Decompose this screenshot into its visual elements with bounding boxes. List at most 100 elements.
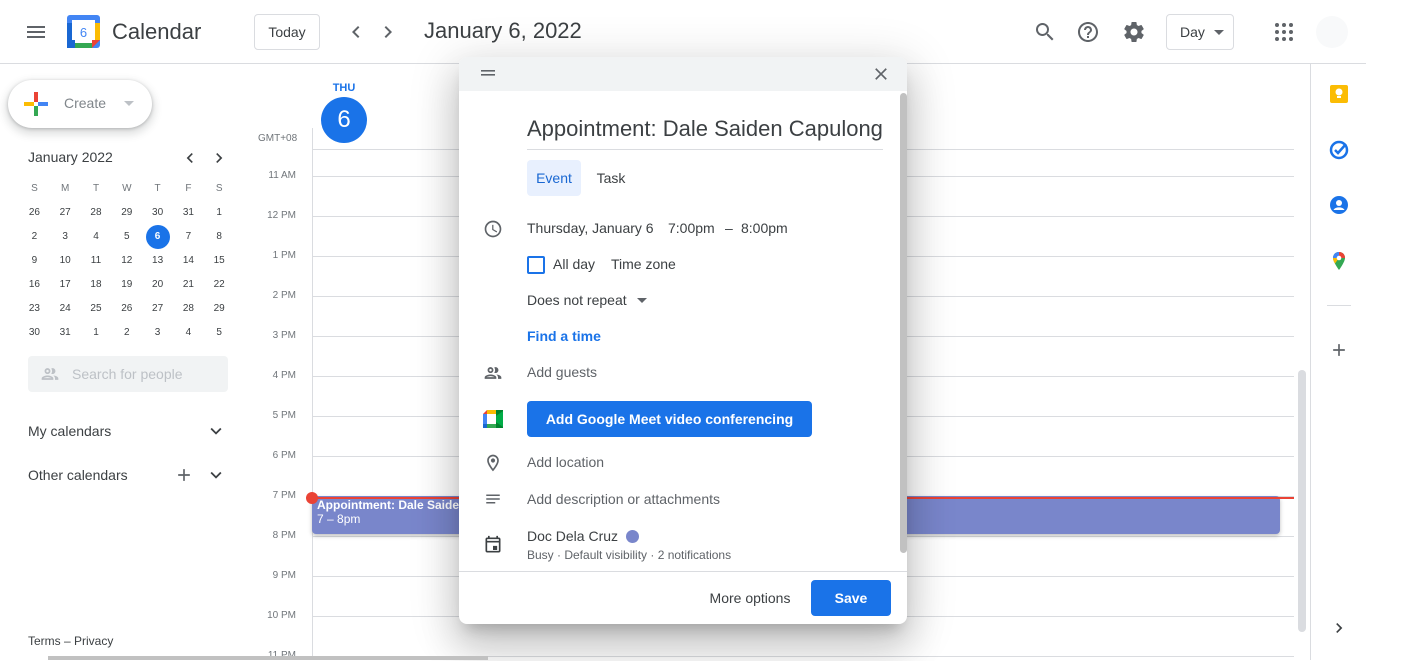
- drag-handle-icon[interactable]: [480, 67, 496, 79]
- add-google-meet-button[interactable]: Add Google Meet video conferencing: [527, 401, 812, 437]
- mini-day[interactable]: 4: [81, 225, 112, 249]
- mini-day[interactable]: 12: [111, 249, 142, 273]
- all-day-checkbox[interactable]: [527, 256, 545, 274]
- mini-day[interactable]: 27: [50, 201, 81, 225]
- mini-day[interactable]: 18: [81, 273, 112, 297]
- event-title-input[interactable]: Appointment: Dale Saiden Capulong: [527, 116, 883, 142]
- mini-day[interactable]: 24: [50, 297, 81, 321]
- mini-day[interactable]: 11: [81, 249, 112, 273]
- today-button[interactable]: Today: [254, 14, 320, 50]
- search-button[interactable]: [1025, 12, 1065, 52]
- terms-privacy-links[interactable]: Terms – Privacy: [28, 634, 113, 648]
- mini-day[interactable]: 27: [142, 297, 173, 321]
- event-start-time[interactable]: 7:00pm: [668, 220, 715, 236]
- mini-day-number: 15: [213, 255, 225, 266]
- mini-day[interactable]: 19: [111, 273, 142, 297]
- mini-day-selected[interactable]: 6: [142, 225, 173, 249]
- my-calendars-title[interactable]: My calendars: [28, 423, 111, 439]
- dialog-drag-bar[interactable]: [459, 57, 907, 91]
- add-other-calendar-button[interactable]: [172, 463, 196, 487]
- mini-day[interactable]: 30: [19, 321, 50, 345]
- get-addons-button[interactable]: [1319, 330, 1359, 370]
- repeat-dropdown[interactable]: Does not repeat: [527, 292, 647, 308]
- contacts-button[interactable]: [1319, 185, 1359, 225]
- mini-day[interactable]: 13: [142, 249, 173, 273]
- mini-day-number: 31: [182, 207, 194, 218]
- other-calendars-toggle[interactable]: [204, 463, 228, 487]
- my-calendars-toggle[interactable]: [204, 419, 228, 443]
- calendar-color-dot: [626, 530, 639, 543]
- mini-day[interactable]: 26: [19, 201, 50, 225]
- mini-day[interactable]: 5: [111, 225, 142, 249]
- repeat-label: Does not repeat: [527, 292, 627, 308]
- mini-day[interactable]: 29: [204, 297, 235, 321]
- tab-task[interactable]: Task: [589, 160, 633, 196]
- expand-panel-button[interactable]: [1319, 608, 1359, 648]
- calendar-owner[interactable]: Doc Dela Cruz: [527, 528, 618, 544]
- save-button[interactable]: Save: [811, 580, 891, 616]
- mini-day[interactable]: 3: [50, 225, 81, 249]
- mini-day[interactable]: 26: [111, 297, 142, 321]
- mini-day[interactable]: 30: [142, 201, 173, 225]
- view-switcher[interactable]: Day: [1166, 14, 1234, 50]
- mini-day[interactable]: 22: [204, 273, 235, 297]
- mini-day[interactable]: 17: [50, 273, 81, 297]
- avatar[interactable]: [1316, 16, 1348, 48]
- mini-day[interactable]: 5: [204, 321, 235, 345]
- google-apps-button[interactable]: [1264, 12, 1304, 52]
- tasks-button[interactable]: [1319, 130, 1359, 170]
- keep-button[interactable]: [1319, 74, 1359, 114]
- mini-day[interactable]: 1: [81, 321, 112, 345]
- find-a-time-link[interactable]: Find a time: [527, 328, 601, 344]
- calendar-logo-icon[interactable]: 6: [67, 15, 100, 48]
- day-number-badge[interactable]: 6: [321, 97, 367, 143]
- mini-day[interactable]: 3: [142, 321, 173, 345]
- mini-day[interactable]: 29: [111, 201, 142, 225]
- horizontal-scrollbar[interactable]: [48, 656, 488, 660]
- mini-day[interactable]: 2: [111, 321, 142, 345]
- create-button[interactable]: Create: [8, 80, 152, 128]
- add-location-input[interactable]: Add location: [527, 454, 604, 470]
- mini-day[interactable]: 31: [50, 321, 81, 345]
- mini-day[interactable]: 25: [81, 297, 112, 321]
- all-day-label[interactable]: All day: [553, 256, 595, 272]
- mini-day[interactable]: 28: [81, 201, 112, 225]
- mini-day[interactable]: 16: [19, 273, 50, 297]
- mini-day[interactable]: 14: [173, 249, 204, 273]
- mini-day[interactable]: 28: [173, 297, 204, 321]
- mini-day[interactable]: 1: [204, 201, 235, 225]
- other-calendars-title[interactable]: Other calendars: [28, 467, 128, 483]
- event-date[interactable]: Thursday, January 6: [527, 220, 654, 236]
- event-end-time[interactable]: 8:00pm: [741, 220, 788, 236]
- grid-scrollbar[interactable]: [1298, 370, 1306, 632]
- add-guests-input[interactable]: Add guests: [527, 364, 597, 380]
- mini-day[interactable]: 15: [204, 249, 235, 273]
- close-dialog-button[interactable]: [861, 57, 901, 91]
- main-menu-button[interactable]: [16, 12, 56, 52]
- settings-button[interactable]: [1114, 12, 1154, 52]
- more-options-button[interactable]: More options: [697, 580, 803, 616]
- mini-day[interactable]: 21: [173, 273, 204, 297]
- next-period-button[interactable]: [368, 12, 408, 52]
- tab-event[interactable]: Event: [527, 160, 581, 196]
- mini-day[interactable]: 9: [19, 249, 50, 273]
- mini-day[interactable]: 31: [173, 201, 204, 225]
- mini-day[interactable]: 23: [19, 297, 50, 321]
- mini-day[interactable]: 8: [204, 225, 235, 249]
- people-search-input[interactable]: Search for people: [28, 356, 228, 392]
- hour-label: 2 PM: [272, 290, 296, 301]
- mini-day[interactable]: 7: [173, 225, 204, 249]
- mini-day[interactable]: 2: [19, 225, 50, 249]
- time-zone-button[interactable]: Time zone: [611, 256, 676, 272]
- dialog-scrollbar[interactable]: [900, 93, 907, 553]
- mini-next-month-button[interactable]: [205, 144, 233, 172]
- mini-day[interactable]: 4: [173, 321, 204, 345]
- help-button[interactable]: [1068, 12, 1108, 52]
- maps-button[interactable]: [1319, 241, 1359, 281]
- calendar-details[interactable]: Busy · Default visibility · 2 notificati…: [527, 548, 731, 562]
- mini-day[interactable]: 20: [142, 273, 173, 297]
- mini-prev-month-button[interactable]: [176, 144, 204, 172]
- mini-day[interactable]: 10: [50, 249, 81, 273]
- app-title: Calendar: [112, 19, 202, 44]
- add-description-input[interactable]: Add description or attachments: [527, 491, 720, 507]
